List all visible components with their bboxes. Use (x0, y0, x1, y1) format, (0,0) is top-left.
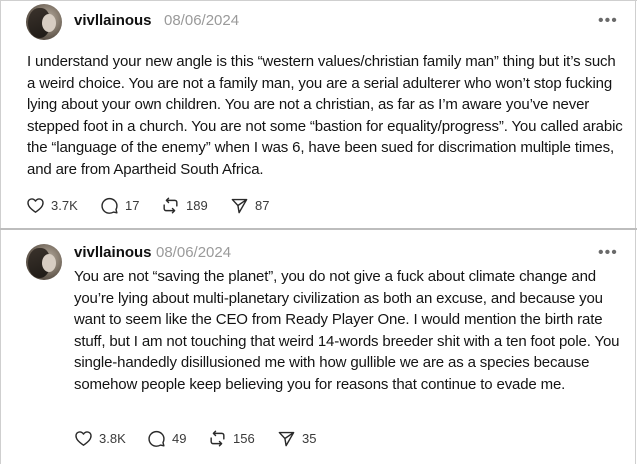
like-count: 3.7K (51, 197, 78, 213)
repost-button[interactable]: 189 (161, 195, 208, 215)
reply-button[interactable]: 17 (100, 195, 139, 215)
avatar[interactable] (26, 4, 62, 40)
heart-icon (27, 197, 44, 213)
like-count: 3.8K (99, 430, 126, 446)
share-count: 35 (302, 430, 317, 446)
comment-icon (148, 430, 165, 447)
send-icon (278, 431, 295, 446)
like-button[interactable]: 3.8K (74, 428, 126, 448)
post-date[interactable]: 08/06/2024 (156, 244, 231, 261)
post-body: I understand your new angle is this “wes… (27, 53, 623, 178)
send-icon (231, 198, 248, 213)
post-body: You are not “saving the planet”, you do … (74, 268, 620, 393)
avatar-face (42, 14, 56, 32)
avatar-face (42, 254, 56, 272)
thread-post: vivllainous 08/06/2024 ••• You are not “… (0, 230, 637, 464)
username[interactable]: vivllainous (74, 244, 152, 261)
post-date[interactable]: 08/06/2024 (164, 12, 239, 29)
share-button[interactable]: 35 (277, 428, 316, 448)
heart-icon (75, 430, 92, 446)
reply-count: 17 (125, 197, 140, 213)
reply-button[interactable]: 49 (147, 428, 186, 448)
share-button[interactable]: 87 (230, 195, 269, 215)
username[interactable]: vivllainous (74, 12, 152, 29)
repost-icon (210, 430, 225, 446)
repost-button[interactable]: 156 (208, 428, 255, 448)
post-right-border (635, 230, 636, 464)
reply-count: 49 (172, 430, 187, 446)
repost-icon (163, 197, 178, 213)
share-count: 87 (255, 197, 270, 213)
post-left-border (0, 230, 1, 464)
avatar[interactable] (26, 244, 62, 280)
thread-post: vivllainous 08/06/2024 ••• I understand … (0, 0, 637, 229)
repost-count: 156 (233, 430, 255, 446)
post-left-border (0, 0, 1, 229)
post-top-border (0, 0, 637, 1)
repost-count: 189 (186, 197, 208, 213)
more-horizontal-icon[interactable]: ••• (598, 13, 618, 29)
post-right-border (635, 0, 636, 229)
comment-icon (101, 197, 118, 214)
more-horizontal-icon[interactable]: ••• (598, 245, 618, 261)
like-button[interactable]: 3.7K (26, 195, 78, 215)
